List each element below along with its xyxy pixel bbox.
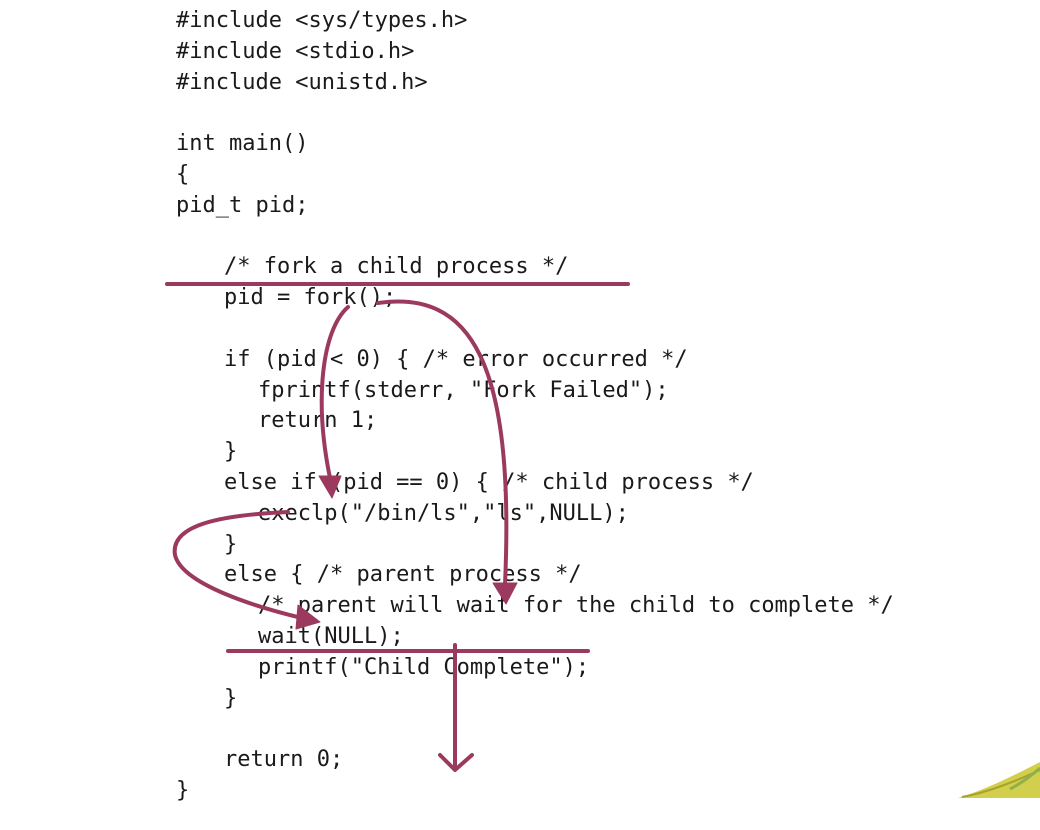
exec-return-arrow xyxy=(172,510,304,620)
exec-arrowhead xyxy=(295,604,321,630)
corner-leaf-decoration xyxy=(958,762,1040,798)
annotation-overlay xyxy=(165,282,1040,798)
child-path-arrow xyxy=(319,305,350,480)
parent-arrowhead xyxy=(492,582,518,605)
child-arrowhead xyxy=(318,475,342,499)
parent-path-arrow xyxy=(376,299,509,587)
